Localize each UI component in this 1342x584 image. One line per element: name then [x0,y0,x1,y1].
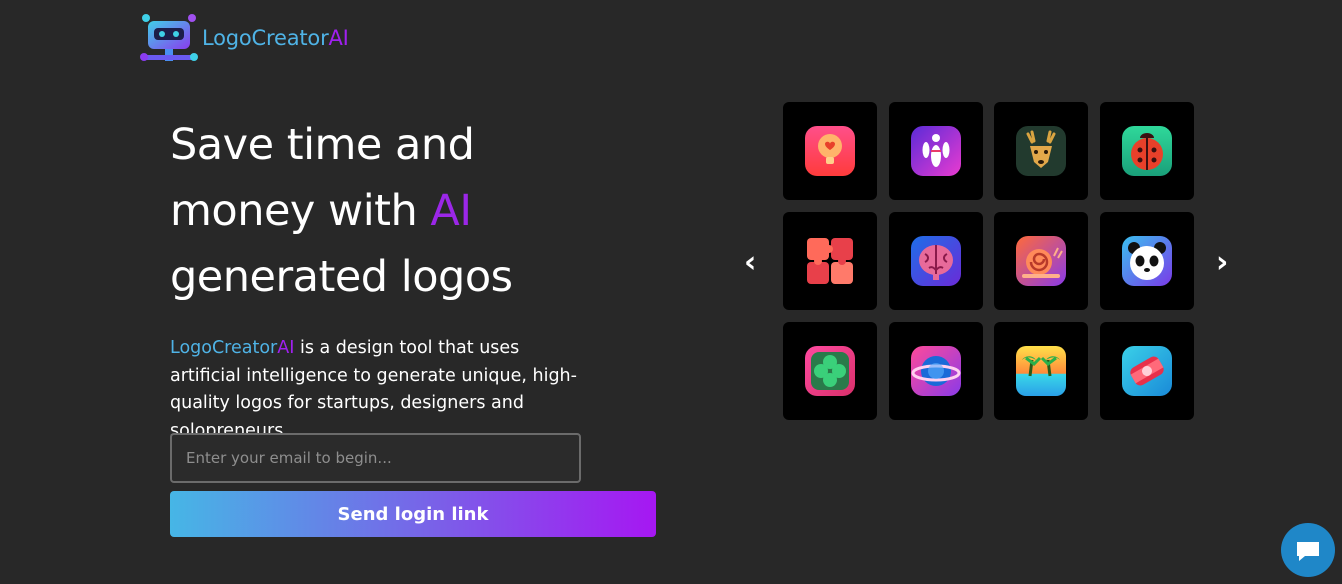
logo-tile [783,102,877,200]
logo-tile [1099,322,1194,420]
logo-tile [783,322,877,420]
brand-name-part2: AI [328,26,349,50]
robot-logo-icon [140,14,198,61]
hero-line-3: generated logos [170,252,513,302]
brand-name-part1: LogoCreator [202,26,329,50]
chat-bubble-icon [1297,542,1319,561]
sushi-icon [1121,346,1172,396]
ladybug-icon [1121,126,1172,176]
hero-description: LogoCreatorAI is a design tool that uses… [170,335,590,445]
hero-headline: Save time and money with AI generated lo… [170,112,690,310]
desc-brand-part2: AI [277,338,295,358]
planet-icon [910,346,961,396]
logo-tile [888,322,983,420]
panda-icon [1121,236,1172,286]
desc-brand-part1: LogoCreator [170,338,278,358]
logo-tile [1099,212,1194,310]
chat-widget-button[interactable] [1281,523,1335,577]
logo-tile [888,102,983,200]
logo-tile [1099,102,1194,200]
logo-tile [994,212,1088,310]
deer-head-icon [1016,126,1066,176]
logo-tile [888,212,983,310]
hero-ai-highlight: AI [430,186,472,236]
bowling-pins-icon [910,126,961,176]
palm-trees-icon [1016,346,1066,396]
logo-examples-grid [783,102,1194,420]
logo-tile [994,102,1088,200]
puzzle-icon [807,238,853,284]
hero-line-2-prefix: money with [170,186,431,236]
brand-logo[interactable]: LogoCreatorAI [138,13,349,63]
email-input[interactable] [170,433,581,483]
lightbulb-heart-icon [805,126,855,176]
hero-line-1: Save time and [170,120,475,170]
snail-icon [1016,236,1066,286]
logo-tile [783,212,877,310]
carousel-prev-arrow[interactable]: ‹ [744,246,756,280]
send-login-link-button[interactable]: Send login link [170,491,656,537]
brain-icon [910,236,961,286]
brand-name: LogoCreatorAI [202,26,349,50]
carousel-next-arrow[interactable]: › [1216,246,1228,280]
logo-tile [994,322,1088,420]
clover-icon [805,346,855,396]
